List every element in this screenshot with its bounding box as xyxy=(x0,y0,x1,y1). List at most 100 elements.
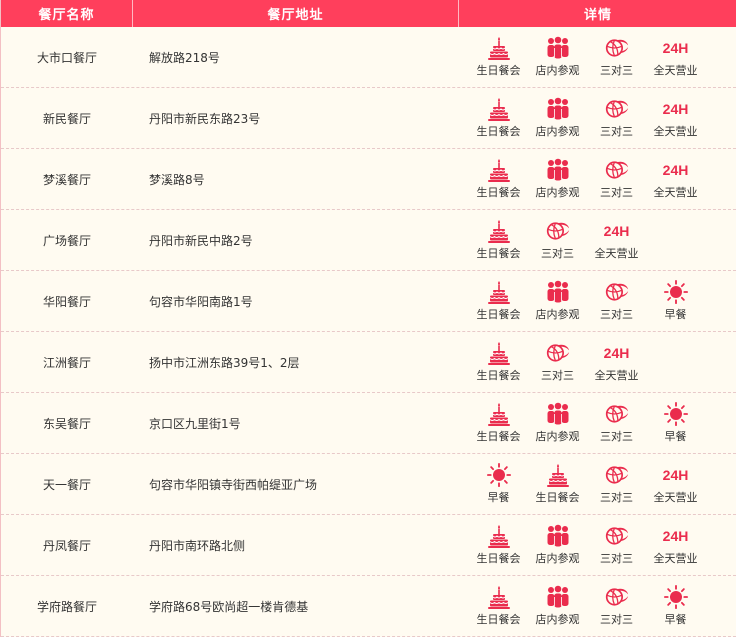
feature-label: 三对三 xyxy=(600,613,633,626)
feature-label: 三对三 xyxy=(600,552,633,565)
feature-label: 三对三 xyxy=(541,369,574,382)
badge-24h: 24H xyxy=(603,345,630,361)
feature-birthday: 生日餐会 xyxy=(528,462,587,506)
feature-allday: 24H 全天营业 xyxy=(646,523,705,567)
table-row: 东吴餐厅 京口区九里街1号 生日餐会 店内参观 三对三 早餐 xyxy=(1,393,736,454)
feature-basketball: 三对三 xyxy=(587,584,646,628)
group-tour-icon xyxy=(546,157,570,183)
basketball-icon xyxy=(605,401,629,427)
basketball-icon xyxy=(605,35,629,61)
sun-icon xyxy=(663,584,688,610)
header-address: 餐厅地址 xyxy=(133,0,459,27)
basketball-icon xyxy=(605,462,629,488)
feature-allday: 24H 全天营业 xyxy=(646,35,705,79)
birthday-cake-icon xyxy=(487,35,511,61)
feature-label: 生日餐会 xyxy=(476,247,521,260)
feature-label: 三对三 xyxy=(600,125,633,138)
birthday-cake-icon xyxy=(487,340,511,366)
feature-breakfast: 早餐 xyxy=(646,279,705,323)
feature-basketball: 三对三 xyxy=(587,96,646,140)
birthday-cake-icon xyxy=(487,96,511,122)
feature-label: 店内参观 xyxy=(535,125,580,138)
restaurant-name: 学府路餐厅 xyxy=(36,599,97,614)
restaurant-features: 生日餐会 三对三 24H 全天营业 xyxy=(459,210,736,270)
feature-basketball: 三对三 xyxy=(587,279,646,323)
feature-birthday: 生日餐会 xyxy=(469,584,528,628)
feature-label: 三对三 xyxy=(600,491,633,504)
restaurant-features: 生日餐会 店内参观 三对三 24H 全天营业 xyxy=(459,149,736,209)
feature-label: 店内参观 xyxy=(535,64,580,77)
feature-breakfast: 早餐 xyxy=(646,584,705,628)
table-row: 天一餐厅 句容市华阳镇寺街西帕缇亚广场 早餐 生日餐会 三对三 24H 全天营业 xyxy=(1,454,736,515)
feature-label: 店内参观 xyxy=(535,552,580,565)
basketball-icon xyxy=(605,279,629,305)
restaurant-name: 东吴餐厅 xyxy=(42,416,91,431)
feature-label: 生日餐会 xyxy=(476,64,521,77)
feature-tour: 店内参观 xyxy=(528,96,587,140)
feature-label: 全天营业 xyxy=(653,552,698,565)
basketball-icon xyxy=(546,218,570,244)
feature-label: 生日餐会 xyxy=(476,369,521,382)
table-row: 学府路餐厅 学府路68号欧尚超一楼肯德基生日餐会 店内参观 三对三 早餐 xyxy=(1,576,736,637)
badge-24h: 24H xyxy=(603,223,630,239)
birthday-cake-icon xyxy=(487,218,511,244)
feature-label: 生日餐会 xyxy=(476,186,521,199)
birthday-cake-icon xyxy=(487,401,511,427)
group-tour-icon xyxy=(546,96,570,122)
feature-label: 店内参观 xyxy=(535,613,580,626)
feature-birthday: 生日餐会 xyxy=(469,96,528,140)
feature-tour: 店内参观 xyxy=(528,35,587,79)
feature-breakfast: 早餐 xyxy=(646,401,705,445)
restaurant-address: 句容市华阳镇寺街西帕缇亚广场 xyxy=(149,477,318,492)
feature-label: 全天营业 xyxy=(594,247,639,260)
badge-24h: 24H xyxy=(662,162,689,178)
feature-birthday: 生日餐会 xyxy=(469,279,528,323)
badge-24h: 24H xyxy=(662,101,689,117)
basketball-icon xyxy=(605,157,629,183)
feature-label: 早餐 xyxy=(487,491,510,504)
birthday-cake-icon xyxy=(487,584,511,610)
feature-label: 三对三 xyxy=(541,247,574,260)
feature-tour: 店内参观 xyxy=(528,584,587,628)
feature-birthday: 生日餐会 xyxy=(469,340,528,384)
restaurant-address: 学府路68号欧尚超一楼肯德基 xyxy=(149,599,309,614)
feature-breakfast: 早餐 xyxy=(469,462,528,506)
badge-24h: 24H xyxy=(662,528,689,544)
restaurant-address: 京口区九里街1号 xyxy=(149,416,241,431)
feature-allday: 24H 全天营业 xyxy=(587,218,646,262)
birthday-cake-icon xyxy=(487,157,511,183)
feature-birthday: 生日餐会 xyxy=(469,401,528,445)
sun-icon xyxy=(663,279,688,305)
feature-label: 生日餐会 xyxy=(476,125,521,138)
restaurant-address: 丹阳市新民中路2号 xyxy=(149,233,253,248)
feature-tour: 店内参观 xyxy=(528,523,587,567)
feature-birthday: 生日餐会 xyxy=(469,218,528,262)
restaurant-features: 生日餐会 店内参观 三对三 24H 全天营业 xyxy=(459,27,736,87)
feature-label: 生日餐会 xyxy=(476,308,521,321)
feature-label: 生日餐会 xyxy=(476,613,521,626)
restaurant-address: 梦溪路8号 xyxy=(149,172,205,187)
restaurant-features: 生日餐会 店内参观 三对三 早餐 xyxy=(459,271,736,331)
group-tour-icon xyxy=(546,35,570,61)
feature-label: 三对三 xyxy=(600,430,633,443)
24h-icon: 24H xyxy=(662,157,689,183)
restaurant-address: 句容市华阳南路1号 xyxy=(149,294,253,309)
header-name: 餐厅名称 xyxy=(1,0,133,27)
restaurant-features: 早餐 生日餐会 三对三 24H 全天营业 xyxy=(459,454,736,514)
feature-basketball: 三对三 xyxy=(528,340,587,384)
table-row: 华阳餐厅 句容市华阳南路1号 生日餐会 店内参观 三对三 早餐 xyxy=(1,271,736,332)
group-tour-icon xyxy=(546,523,570,549)
feature-label: 全天营业 xyxy=(653,64,698,77)
feature-birthday: 生日餐会 xyxy=(469,35,528,79)
feature-basketball: 三对三 xyxy=(587,462,646,506)
feature-birthday: 生日餐会 xyxy=(469,523,528,567)
24h-icon: 24H xyxy=(663,35,689,61)
restaurant-address: 丹阳市新民东路23号 xyxy=(149,111,261,126)
restaurant-address: 扬中市江洲东路39号1、2层 xyxy=(149,355,300,370)
sun-icon xyxy=(486,462,511,488)
group-tour-icon xyxy=(546,401,570,427)
24h-icon: 24H xyxy=(663,462,689,488)
birthday-cake-icon xyxy=(487,279,511,305)
feature-label: 全天营业 xyxy=(653,491,698,504)
restaurant-features: 生日餐会 店内参观 三对三 早餐 xyxy=(459,393,736,453)
